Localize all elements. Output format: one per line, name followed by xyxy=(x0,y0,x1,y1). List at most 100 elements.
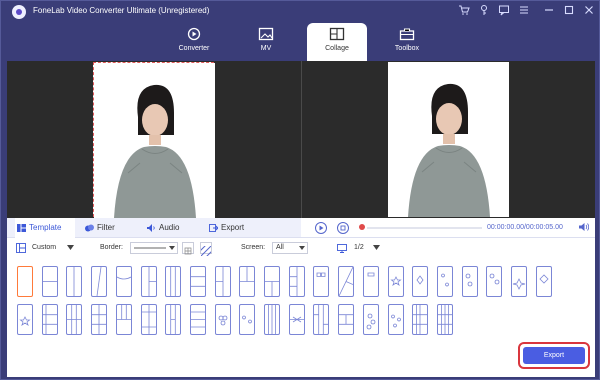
template-layout-icon xyxy=(67,305,82,334)
export-button[interactable]: Export xyxy=(523,347,585,364)
collage-template-item[interactable] xyxy=(412,304,429,335)
app-title: FoneLab Video Converter Ultimate (Unregi… xyxy=(33,6,210,15)
screen-value: All xyxy=(276,244,284,251)
custom-label[interactable]: Custom xyxy=(32,244,56,251)
subtab-filter[interactable]: Filter xyxy=(83,218,133,238)
grid-icon xyxy=(184,247,192,255)
collage-cell-left[interactable] xyxy=(93,62,215,218)
template-layout-icon xyxy=(92,305,107,334)
person-photo xyxy=(94,63,215,218)
border-pattern-button[interactable] xyxy=(197,242,215,260)
play-button[interactable] xyxy=(315,222,327,234)
subtab-export-label: Export xyxy=(221,223,245,232)
progress-bar[interactable] xyxy=(367,227,482,229)
feedback-icon[interactable] xyxy=(497,4,510,17)
collage-template-item[interactable] xyxy=(436,266,453,297)
collage-template-item[interactable] xyxy=(362,266,379,297)
collage-template-item[interactable] xyxy=(239,266,256,297)
collage-template-item[interactable] xyxy=(313,266,330,297)
tab-converter-label: Converter xyxy=(178,45,210,52)
collage-template-item[interactable] xyxy=(115,304,132,335)
collage-template-item[interactable] xyxy=(140,266,157,297)
stop-button[interactable] xyxy=(337,222,349,234)
template-layout-icon xyxy=(116,305,131,320)
collage-template-item[interactable] xyxy=(115,266,132,297)
volume-icon[interactable] xyxy=(579,222,589,232)
collage-template-item[interactable] xyxy=(214,266,231,297)
collage-template-item[interactable] xyxy=(239,304,256,335)
template-layout-icon xyxy=(367,272,375,277)
page-dropdown-icon[interactable] xyxy=(373,245,380,250)
border-line-icon xyxy=(134,247,166,249)
template-layout-icon xyxy=(265,281,279,296)
collage-template-item[interactable] xyxy=(387,304,404,335)
collage-template-item[interactable] xyxy=(288,304,305,335)
collage-template-item[interactable] xyxy=(486,266,503,297)
collage-template-item[interactable] xyxy=(17,266,33,297)
collage-template-item[interactable] xyxy=(91,304,108,335)
collage-template-item[interactable] xyxy=(165,304,182,335)
tab-mv[interactable]: MV xyxy=(236,23,296,61)
collage-template-item[interactable] xyxy=(17,304,33,335)
collage-template-item[interactable] xyxy=(436,304,453,335)
custom-dropdown-icon[interactable] xyxy=(67,245,74,250)
collage-template-item[interactable] xyxy=(338,266,355,297)
collage-template-item[interactable] xyxy=(511,266,527,297)
title-bar: FoneLab Video Converter Ultimate (Unregi… xyxy=(1,1,600,23)
collage-template-item[interactable] xyxy=(66,266,83,297)
subtab-export[interactable]: Export xyxy=(207,218,257,238)
template-icon xyxy=(17,224,26,232)
collage-template-item[interactable] xyxy=(214,304,231,335)
control-row: Template Filter Audio Export 00:00:00.00… xyxy=(7,218,595,238)
collage-template-item[interactable] xyxy=(264,304,280,335)
subtab-template[interactable]: Template xyxy=(15,218,75,238)
sub-tabs: Template Filter Audio Export xyxy=(7,218,301,238)
template-layout-icon xyxy=(339,267,354,296)
collage-template-item[interactable] xyxy=(338,304,355,335)
template-layout-icon xyxy=(512,278,526,290)
screen-dropdown[interactable]: All xyxy=(272,242,308,254)
export-button-highlight: Export xyxy=(518,342,590,369)
subtab-audio[interactable]: Audio xyxy=(145,218,195,238)
collage-cell-right[interactable] xyxy=(388,62,509,217)
tab-collage[interactable]: Collage xyxy=(307,23,367,61)
collage-template-item[interactable] xyxy=(165,266,182,297)
tab-toolbox[interactable]: Toolbox xyxy=(377,23,437,61)
collage-template-item[interactable] xyxy=(412,266,429,297)
template-layout-icon xyxy=(441,273,449,287)
collage-template-item[interactable] xyxy=(41,266,58,297)
collage-template-item[interactable] xyxy=(264,266,280,297)
collage-template-item[interactable] xyxy=(66,304,83,335)
collage-template-item[interactable] xyxy=(189,304,206,335)
collage-template-item[interactable] xyxy=(288,266,305,297)
collage-template-item[interactable] xyxy=(461,266,478,297)
collage-template-item[interactable] xyxy=(535,266,552,297)
progress-handle[interactable] xyxy=(359,224,365,230)
collage-template-item[interactable] xyxy=(387,266,404,297)
tab-converter[interactable]: Converter xyxy=(164,23,224,61)
template-layout-icon xyxy=(19,316,31,326)
border-style-dropdown[interactable] xyxy=(130,242,178,254)
collage-template-item[interactable] xyxy=(41,304,58,335)
template-layout-icon xyxy=(190,311,205,328)
filter-icon xyxy=(85,224,94,232)
maximize-icon[interactable] xyxy=(562,4,575,17)
cart-icon[interactable] xyxy=(457,4,470,17)
border-color-button[interactable] xyxy=(182,242,194,255)
template-layout-icon xyxy=(242,315,253,324)
key-icon[interactable] xyxy=(477,4,490,17)
template-layout-icon xyxy=(413,305,428,334)
template-layout-icon xyxy=(96,267,102,296)
close-icon[interactable] xyxy=(582,4,595,17)
template-layout-icon xyxy=(170,305,176,334)
chevron-down-icon xyxy=(169,246,175,250)
menu-icon[interactable] xyxy=(517,4,530,17)
minimize-icon[interactable] xyxy=(542,4,555,17)
template-layout-icon xyxy=(389,276,402,286)
collage-template-item[interactable] xyxy=(362,304,379,335)
collage-template-item[interactable] xyxy=(140,304,157,335)
collage-template-item[interactable] xyxy=(189,266,206,297)
collage-template-item[interactable] xyxy=(91,266,108,297)
collage-template-item[interactable] xyxy=(313,304,330,335)
template-layout-icon xyxy=(289,316,304,323)
